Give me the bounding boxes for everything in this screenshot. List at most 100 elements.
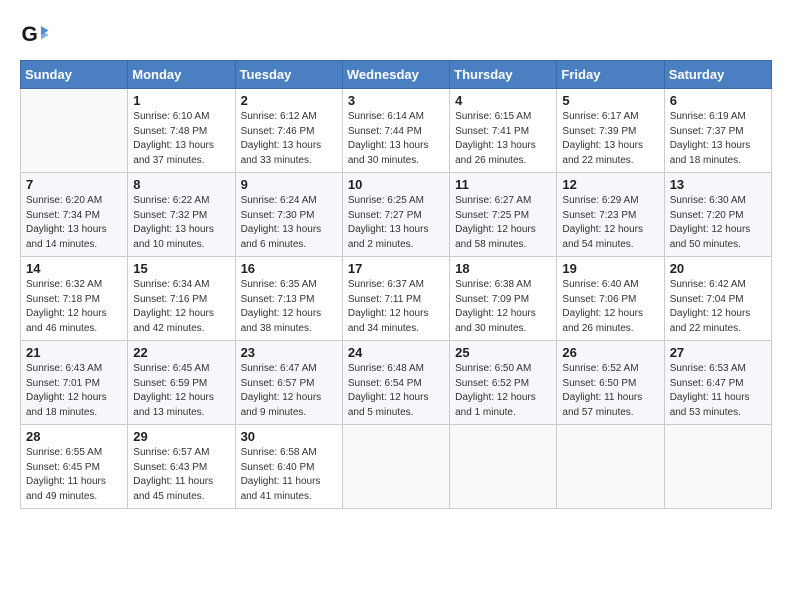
col-header-monday: Monday [128, 61, 235, 89]
day-cell [664, 425, 771, 509]
day-number: 20 [670, 261, 766, 276]
day-info: Sunrise: 6:48 AM Sunset: 6:54 PM Dayligh… [348, 362, 444, 420]
logo: G [20, 20, 54, 50]
week-row-2: 7Sunrise: 6:20 AM Sunset: 7:34 PM Daylig… [21, 173, 772, 257]
day-cell: 30Sunrise: 6:58 AM Sunset: 6:40 PM Dayli… [235, 425, 342, 509]
day-number: 25 [455, 345, 551, 360]
day-number: 27 [670, 345, 766, 360]
day-info: Sunrise: 6:38 AM Sunset: 7:09 PM Dayligh… [455, 278, 551, 336]
day-cell: 10 Sunrise: 6:25 AM Sunset: 7:27 PM Dayli… [342, 173, 449, 257]
day-info: Sunrise: 6:58 AM Sunset: 6:40 PM Dayligh… [241, 446, 337, 504]
day-number: 16 [241, 261, 337, 276]
day-info: Sunrise: 6:19 AM Sunset: 7:37 PM Dayligh… [670, 110, 766, 168]
day-number: 12 [562, 177, 658, 192]
day-cell: 24 Sunrise: 6:48 AM Sunset: 6:54 PM Dayli… [342, 341, 449, 425]
header-row: SundayMondayTuesdayWednesdayThursdayFrid… [21, 61, 772, 89]
day-cell: 18 Sunrise: 6:38 AM Sunset: 7:09 PM Dayli… [450, 257, 557, 341]
day-cell [450, 425, 557, 509]
day-number: 9 [241, 177, 337, 192]
day-info: Sunrise: 6:30 AM Sunset: 7:20 PM Dayligh… [670, 194, 766, 252]
col-header-thursday: Thursday [450, 61, 557, 89]
day-info: Sunrise: 6:43 AM Sunset: 7:01 PM Dayligh… [26, 362, 122, 420]
col-header-tuesday: Tuesday [235, 61, 342, 89]
day-cell: 12 Sunrise: 6:29 AM Sunset: 7:23 PM Dayli… [557, 173, 664, 257]
day-info: Sunrise: 6:37 AM Sunset: 7:11 PM Dayligh… [348, 278, 444, 336]
day-info: Sunrise: 6:32 AM Sunset: 7:18 PM Dayligh… [26, 278, 122, 336]
day-info: Sunrise: 6:25 AM Sunset: 7:27 PM Dayligh… [348, 194, 444, 252]
week-row-3: 14 Sunrise: 6:32 AM Sunset: 7:18 PM Dayli… [21, 257, 772, 341]
day-cell: 13 Sunrise: 6:30 AM Sunset: 7:20 PM Dayli… [664, 173, 771, 257]
day-cell [342, 425, 449, 509]
day-info: Sunrise: 6:24 AM Sunset: 7:30 PM Dayligh… [241, 194, 337, 252]
col-header-saturday: Saturday [664, 61, 771, 89]
day-cell: 17 Sunrise: 6:37 AM Sunset: 7:11 PM Dayli… [342, 257, 449, 341]
day-info: Sunrise: 6:10 AM Sunset: 7:48 PM Dayligh… [133, 110, 229, 168]
day-cell [557, 425, 664, 509]
week-row-5: 28Sunrise: 6:55 AM Sunset: 6:45 PM Dayli… [21, 425, 772, 509]
day-cell: 15Sunrise: 6:34 AM Sunset: 7:16 PM Dayli… [128, 257, 235, 341]
day-info: Sunrise: 6:50 AM Sunset: 6:52 PM Dayligh… [455, 362, 551, 420]
day-number: 4 [455, 93, 551, 108]
logo-icon: G [20, 20, 50, 50]
col-header-sunday: Sunday [21, 61, 128, 89]
day-info: Sunrise: 6:35 AM Sunset: 7:13 PM Dayligh… [241, 278, 337, 336]
svg-text:G: G [22, 23, 38, 46]
day-cell: 22 Sunrise: 6:45 AM Sunset: 6:59 PM Dayli… [128, 341, 235, 425]
day-cell: 27 Sunrise: 6:53 AM Sunset: 6:47 PM Dayli… [664, 341, 771, 425]
day-cell: 3 Sunrise: 6:14 AM Sunset: 7:44 PM Daylig… [342, 89, 449, 173]
calendar-table: SundayMondayTuesdayWednesdayThursdayFrid… [20, 60, 772, 509]
day-cell: 25 Sunrise: 6:50 AM Sunset: 6:52 PM Dayli… [450, 341, 557, 425]
day-cell: 6 Sunrise: 6:19 AM Sunset: 7:37 PM Daylig… [664, 89, 771, 173]
day-cell: 16 Sunrise: 6:35 AM Sunset: 7:13 PM Dayli… [235, 257, 342, 341]
day-cell: 8 Sunrise: 6:22 AM Sunset: 7:32 PM Daylig… [128, 173, 235, 257]
day-number: 22 [133, 345, 229, 360]
day-cell: 2Sunrise: 6:12 AM Sunset: 7:46 PM Daylig… [235, 89, 342, 173]
day-number: 23 [241, 345, 337, 360]
day-cell: 19Sunrise: 6:40 AM Sunset: 7:06 PM Dayli… [557, 257, 664, 341]
day-cell: 11 Sunrise: 6:27 AM Sunset: 7:25 PM Dayli… [450, 173, 557, 257]
day-info: Sunrise: 6:45 AM Sunset: 6:59 PM Dayligh… [133, 362, 229, 420]
day-number: 15 [133, 261, 229, 276]
day-cell: 4 Sunrise: 6:15 AM Sunset: 7:41 PM Daylig… [450, 89, 557, 173]
day-cell: 21Sunrise: 6:43 AM Sunset: 7:01 PM Dayli… [21, 341, 128, 425]
day-info: Sunrise: 6:53 AM Sunset: 6:47 PM Dayligh… [670, 362, 766, 420]
day-info: Sunrise: 6:22 AM Sunset: 7:32 PM Dayligh… [133, 194, 229, 252]
day-cell: 14 Sunrise: 6:32 AM Sunset: 7:18 PM Dayli… [21, 257, 128, 341]
day-cell: 26 Sunrise: 6:52 AM Sunset: 6:50 PM Dayli… [557, 341, 664, 425]
day-cell: 29 Sunrise: 6:57 AM Sunset: 6:43 PM Dayli… [128, 425, 235, 509]
day-info: Sunrise: 6:47 AM Sunset: 6:57 PM Dayligh… [241, 362, 337, 420]
day-info: Sunrise: 6:15 AM Sunset: 7:41 PM Dayligh… [455, 110, 551, 168]
day-number: 11 [455, 177, 551, 192]
day-info: Sunrise: 6:52 AM Sunset: 6:50 PM Dayligh… [562, 362, 658, 420]
day-cell: 7Sunrise: 6:20 AM Sunset: 7:34 PM Daylig… [21, 173, 128, 257]
day-number: 26 [562, 345, 658, 360]
day-info: Sunrise: 6:20 AM Sunset: 7:34 PM Dayligh… [26, 194, 122, 252]
day-info: Sunrise: 6:14 AM Sunset: 7:44 PM Dayligh… [348, 110, 444, 168]
day-number: 1 [133, 93, 229, 108]
day-number: 3 [348, 93, 444, 108]
day-cell: 20 Sunrise: 6:42 AM Sunset: 7:04 PM Dayli… [664, 257, 771, 341]
day-number: 14 [26, 261, 122, 276]
day-cell: 28Sunrise: 6:55 AM Sunset: 6:45 PM Dayli… [21, 425, 128, 509]
day-number: 18 [455, 261, 551, 276]
day-info: Sunrise: 6:42 AM Sunset: 7:04 PM Dayligh… [670, 278, 766, 336]
day-info: Sunrise: 6:27 AM Sunset: 7:25 PM Dayligh… [455, 194, 551, 252]
col-header-friday: Friday [557, 61, 664, 89]
day-info: Sunrise: 6:55 AM Sunset: 6:45 PM Dayligh… [26, 446, 122, 504]
day-number: 5 [562, 93, 658, 108]
day-info: Sunrise: 6:29 AM Sunset: 7:23 PM Dayligh… [562, 194, 658, 252]
day-number: 17 [348, 261, 444, 276]
day-cell: 23 Sunrise: 6:47 AM Sunset: 6:57 PM Dayli… [235, 341, 342, 425]
day-info: Sunrise: 6:12 AM Sunset: 7:46 PM Dayligh… [241, 110, 337, 168]
day-number: 24 [348, 345, 444, 360]
col-header-wednesday: Wednesday [342, 61, 449, 89]
day-number: 8 [133, 177, 229, 192]
day-number: 13 [670, 177, 766, 192]
day-number: 29 [133, 429, 229, 444]
day-cell: 5 Sunrise: 6:17 AM Sunset: 7:39 PM Daylig… [557, 89, 664, 173]
day-number: 10 [348, 177, 444, 192]
day-number: 6 [670, 93, 766, 108]
day-info: Sunrise: 6:40 AM Sunset: 7:06 PM Dayligh… [562, 278, 658, 336]
day-info: Sunrise: 6:57 AM Sunset: 6:43 PM Dayligh… [133, 446, 229, 504]
day-info: Sunrise: 6:17 AM Sunset: 7:39 PM Dayligh… [562, 110, 658, 168]
